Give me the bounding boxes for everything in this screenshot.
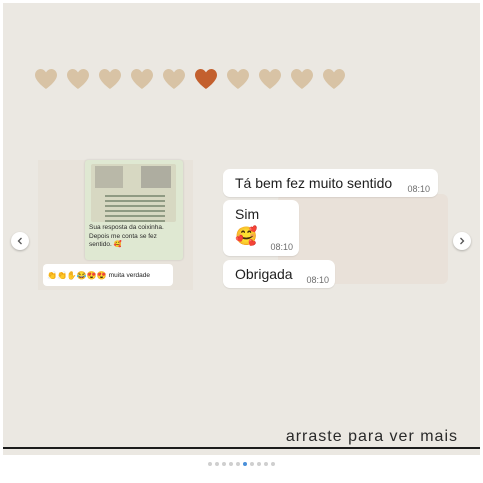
left-chat-preview: Sua resposta da coixinha. Depois me cont… bbox=[38, 160, 193, 290]
heart-icon bbox=[323, 69, 345, 89]
carousel-dot[interactable] bbox=[243, 462, 247, 466]
heart-icon bbox=[131, 69, 153, 89]
preview-text-lines bbox=[105, 192, 165, 222]
chevron-left-icon bbox=[17, 237, 22, 245]
hearts-row bbox=[33, 67, 347, 91]
carousel-dot[interactable] bbox=[257, 462, 261, 466]
carousel-dot[interactable] bbox=[250, 462, 254, 466]
chevron-right-icon bbox=[460, 237, 465, 245]
heart-icon bbox=[67, 69, 89, 89]
preview-caption-line: sentido. bbox=[89, 241, 112, 248]
message-time: 08:10 bbox=[306, 275, 329, 285]
preview-reaction-emojis: 👏👏✋😂😍😍 bbox=[47, 270, 107, 280]
message-time: 08:10 bbox=[407, 184, 430, 194]
heart-icon bbox=[35, 69, 57, 89]
preview-caption-line: Depois me conta se fez bbox=[89, 232, 157, 240]
preview-image bbox=[91, 164, 176, 222]
carousel-dot[interactable] bbox=[222, 462, 226, 466]
message-text: Tá bem fez muito sentido bbox=[235, 175, 393, 191]
message-bubble: Sim 🥰 08:10 bbox=[223, 200, 299, 256]
preview-caption-line: Sua resposta da coixinha. bbox=[89, 224, 164, 231]
carousel-dot[interactable] bbox=[271, 462, 275, 466]
carousel-dot[interactable] bbox=[215, 462, 219, 466]
message-emoji: 🥰 bbox=[235, 226, 258, 246]
carousel-indicator bbox=[0, 462, 483, 466]
divider-line bbox=[3, 447, 480, 449]
carousel-frame: Sua resposta da coixinha. Depois me cont… bbox=[0, 0, 483, 483]
preview-reaction-text: muita verdade bbox=[108, 271, 150, 279]
chat-messages: Tá bem fez muito sentido 08:10 Sim 🥰 08:… bbox=[218, 166, 448, 291]
message-bubble: Obrigada 08:10 bbox=[223, 260, 335, 288]
preview-caption: Sua resposta da coixinha. Depois me cont… bbox=[89, 224, 179, 250]
preview-caption-emoji: 🥰 bbox=[113, 241, 122, 248]
heart-icon bbox=[99, 69, 121, 89]
heart-icon bbox=[291, 69, 313, 89]
message-time: 08:10 bbox=[270, 242, 293, 252]
carousel-slide: Sua resposta da coixinha. Depois me cont… bbox=[3, 3, 480, 455]
carousel-dot[interactable] bbox=[229, 462, 233, 466]
preview-chat-bubble: Sua resposta da coixinha. Depois me cont… bbox=[85, 160, 183, 260]
preview-thumb bbox=[95, 166, 123, 188]
message-text: Obrigada bbox=[235, 266, 293, 282]
heart-icon bbox=[195, 69, 217, 89]
next-slide-button[interactable] bbox=[453, 232, 471, 250]
heart-icon bbox=[163, 69, 185, 89]
preview-reaction-bubble: 👏👏✋😂😍😍 muita verdade bbox=[43, 264, 173, 286]
carousel-dot[interactable] bbox=[236, 462, 240, 466]
preview-thumb bbox=[141, 166, 171, 188]
heart-icon bbox=[259, 69, 281, 89]
swipe-hint: arraste para ver mais bbox=[285, 428, 458, 445]
prev-slide-button[interactable] bbox=[11, 232, 29, 250]
carousel-dot[interactable] bbox=[208, 462, 212, 466]
carousel-dot[interactable] bbox=[264, 462, 268, 466]
message-text: Sim bbox=[235, 206, 260, 222]
message-bubble: Tá bem fez muito sentido 08:10 bbox=[223, 169, 438, 197]
heart-icon bbox=[227, 69, 249, 89]
